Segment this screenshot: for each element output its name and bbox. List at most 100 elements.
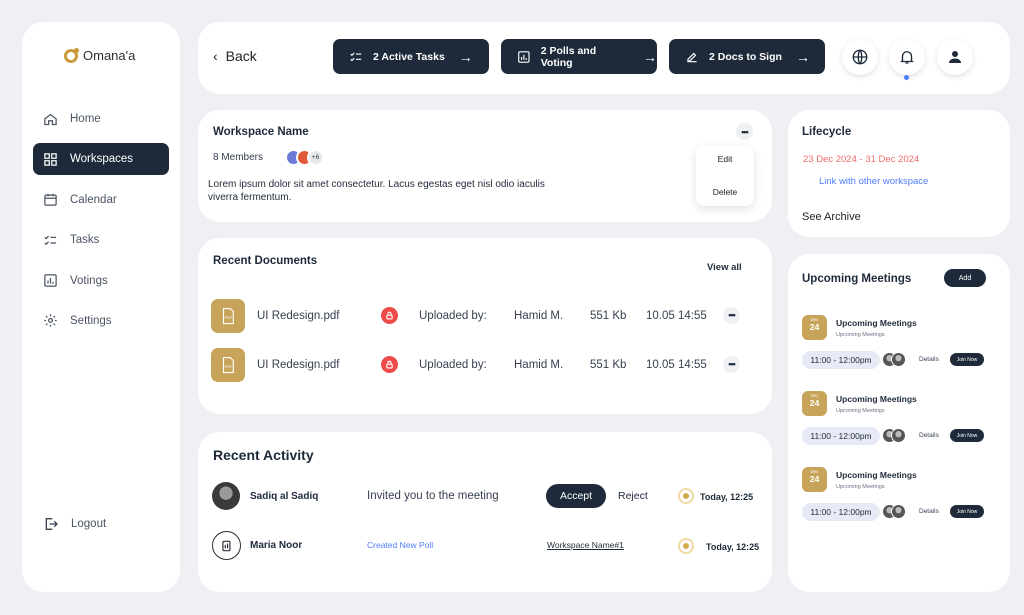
back-button[interactable]: ‹ Back [213,48,257,64]
join-now-button[interactable]: Join Now [950,353,984,366]
sun-icon [678,538,694,554]
upload-date: 10.05 14:55 [646,310,707,322]
recent-documents-card: Recent Documents View all PDF UI Redesig… [198,238,772,414]
docs-to-sign-button[interactable]: 2 Docs to Sign → [669,39,825,74]
see-archive-link[interactable]: See Archive [802,211,861,223]
chart-icon [44,274,57,287]
activity-time: Today, 12:25 [700,492,754,502]
sidebar-item-label: Calendar [70,193,117,206]
meetings-title: Upcoming Meetings [802,273,912,285]
view-all-link[interactable]: View all [707,262,742,273]
activity-time: Today, 12:25 [706,542,760,552]
active-tasks-label: 2 Active Tasks [373,50,445,63]
accept-button[interactable]: Accept [546,484,606,508]
join-now-button[interactable]: Join Now [950,505,984,518]
meeting-item[interactable]: Dec 24 Upcoming Meetings Upcoming Meetin… [802,391,998,451]
avatar [212,482,240,510]
meeting-item[interactable]: Dec 24 Upcoming Meetings Upcoming Meetin… [802,467,998,527]
add-meeting-button[interactable]: Add [944,269,986,287]
date-badge: Dec 24 [802,391,827,416]
svg-text:PDF: PDF [225,365,233,369]
poll-icon [212,531,241,560]
member-avatars[interactable]: +6 [285,149,324,166]
meeting-name: Upcoming Meetings [836,318,917,328]
sidebar-item-label: Votings [70,274,108,287]
upload-date: 10.05 14:55 [646,359,707,371]
pdf-file-icon: PDF [211,299,245,333]
attendee-avatars [882,504,906,519]
workspace-link[interactable]: Workspace Name#1 [547,540,624,550]
sidebar: Omana'a Home Workspaces Calendar Tasks V… [22,22,180,592]
svg-text:PDF: PDF [225,316,233,320]
lifecycle-card: Lifecycle 23 Dec 2024 - 31 Dec 2024 Link… [788,110,1010,237]
brand-logo[interactable]: Omana'a [64,47,135,63]
table-row[interactable]: PDF UI Redesign.pdf Uploaded by: Hamid M… [211,348,761,382]
details-link[interactable]: Details [919,508,939,515]
meeting-subtitle: Upcoming Meetings [836,484,885,490]
sidebar-item-label: Home [70,113,101,125]
polls-button[interactable]: 2 Polls and Voting → [501,39,657,74]
row-options-button[interactable]: ••• [723,307,740,324]
polls-label: 2 Polls and Voting [540,44,597,69]
date-day: 24 [809,474,820,484]
workspace-title: Workspace Name [213,126,309,138]
logout-button[interactable]: Logout [43,516,106,532]
attendee-avatars [882,428,906,443]
activity-user-name: Maria Noor [250,540,303,551]
chevron-left-icon: ‹ [213,48,218,64]
sidebar-item-settings[interactable]: Settings [33,305,169,337]
attendee-avatars [882,352,906,367]
table-row[interactable]: PDF UI Redesign.pdf Uploaded by: Hamid M… [211,299,761,333]
sidebar-item-calendar[interactable]: Calendar [33,184,169,216]
doc-name[interactable]: UI Redesign.pdf [257,348,339,382]
chart-icon [518,50,530,63]
meeting-item[interactable]: Dec 24 Upcoming Meetings Upcoming Meetin… [802,315,998,375]
pen-icon [687,52,697,62]
meeting-subtitle: Upcoming Meetings [836,332,885,338]
details-link[interactable]: Details [919,432,939,439]
arrow-right-icon: → [643,48,657,65]
details-link[interactable]: Details [919,356,939,363]
date-day: 24 [809,398,820,408]
docs-label: 2 Docs to Sign [709,50,782,63]
delete-menu-item[interactable]: Delete [696,187,754,197]
notifications-button[interactable] [889,39,925,80]
sidebar-item-workspaces[interactable]: Workspaces [33,143,169,176]
uploaded-label: Uploaded by: [419,310,487,322]
more-members-badge: +6 [307,149,324,166]
user-icon [949,51,961,63]
sidebar-item-label: Tasks [70,234,100,247]
checklist-icon [350,52,362,61]
link-workspace-link[interactable]: Link with other workspace [819,176,928,187]
sidebar-item-home[interactable]: Home [33,103,169,135]
reject-button[interactable]: Reject [618,490,648,502]
activity-text: Invited you to the meeting [367,490,499,502]
meeting-subtitle: Upcoming Meetings [836,408,885,414]
sidebar-item-label: Settings [70,314,112,327]
date-month: Dec [810,393,819,398]
lock-icon [381,307,398,324]
bell-icon [900,51,914,64]
date-badge: Dec 24 [802,467,827,492]
uploader-name: Hamid M. [514,310,564,322]
notification-dot [904,75,909,80]
activity-user-name: Sadiq al Sadiq [250,491,319,502]
doc-name[interactable]: UI Redesign.pdf [257,299,339,333]
sidebar-item-tasks[interactable]: Tasks [33,224,169,256]
language-button[interactable] [842,39,878,75]
activity-text: Created New Poll [367,540,434,550]
sidebar-nav: Home Workspaces Calendar Tasks Votings S… [33,103,169,345]
members-count: 8 Members [213,152,264,163]
home-icon [44,113,57,125]
edit-menu-item[interactable]: Edit [696,154,754,164]
sidebar-item-votings[interactable]: Votings [33,265,169,297]
row-options-button[interactable]: ••• [723,356,740,373]
avatar [891,428,906,443]
profile-button[interactable] [937,39,973,75]
more-options-button[interactable]: ••• [736,123,753,140]
date-badge: Dec 24 [802,315,827,340]
join-now-button[interactable]: Join Now [950,429,984,442]
workspace-card: Workspace Name 8 Members +6 Lorem ipsum … [198,110,772,222]
top-bar: ‹ Back 2 Active Tasks → 2 Polls and Voti… [198,22,1010,94]
active-tasks-button[interactable]: 2 Active Tasks → [333,39,489,74]
